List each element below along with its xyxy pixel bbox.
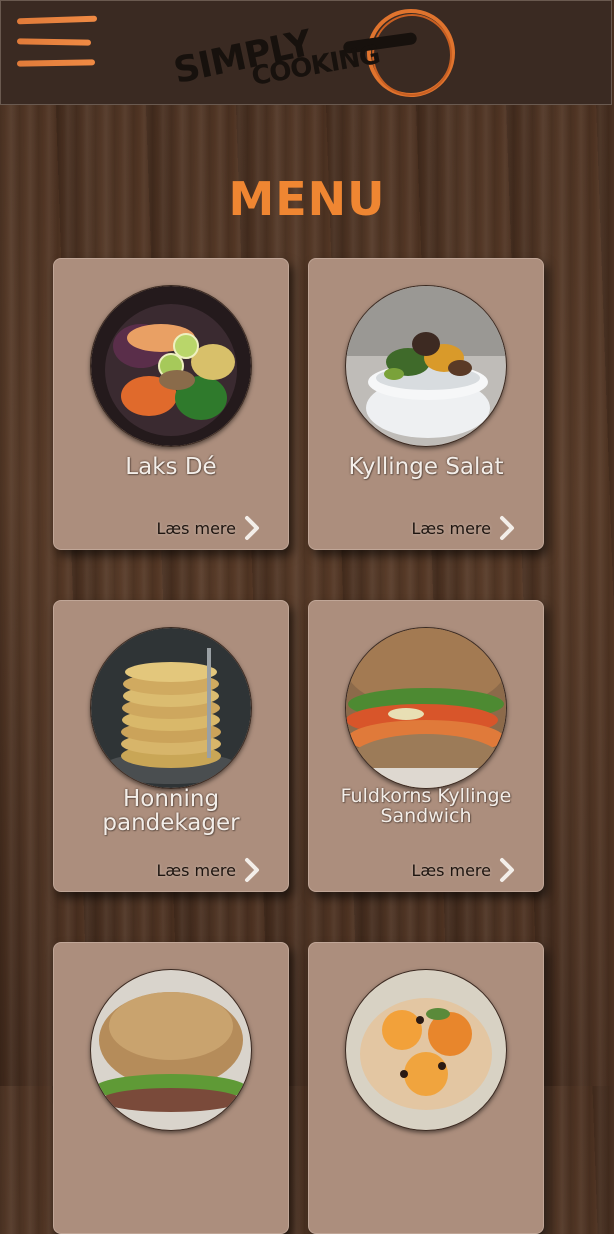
chevron-right-icon: [245, 858, 259, 882]
dish-photo: [90, 627, 252, 789]
menu-bar: [17, 15, 97, 25]
menu-card[interactable]: Laks Dé Læs mere: [53, 258, 289, 550]
dish-name: Honning pandekager: [102, 786, 240, 837]
read-more-label: Læs mere: [411, 860, 491, 880]
read-more-link[interactable]: Læs mere: [156, 857, 262, 883]
menu-card[interactable]: [308, 942, 544, 1234]
chevron-right-icon: [500, 516, 514, 540]
dish-name: Kyllinge Salat: [348, 454, 504, 480]
menu-card[interactable]: [53, 942, 289, 1234]
read-more-label: Læs mere: [411, 518, 491, 538]
menu-bar: [17, 59, 95, 67]
chevron-right-icon: [500, 858, 514, 882]
read-more-link[interactable]: Læs mere: [411, 515, 517, 541]
read-more-label: Læs mere: [156, 860, 236, 880]
dish-photo: [345, 627, 507, 789]
brand-logo[interactable]: SIMPLY COOKING: [170, 3, 463, 103]
read-more-link[interactable]: Læs mere: [156, 515, 262, 541]
dish-photo: [90, 285, 252, 447]
dish-photo: [90, 969, 252, 1131]
menu-card[interactable]: Kyllinge Salat Læs mere: [308, 258, 544, 550]
chevron-right-icon: [245, 516, 259, 540]
page-title: MENU: [228, 172, 386, 226]
dish-photo: [345, 285, 507, 447]
logo-pan-inner: [372, 14, 452, 96]
dish-name: Fuldkorns Kyllinge Sandwich: [340, 785, 512, 827]
hamburger-menu-icon[interactable]: [17, 15, 99, 69]
dish-name: Laks Dé: [125, 454, 217, 480]
menu-bar: [17, 38, 91, 46]
menu-card[interactable]: Honning pandekager Læs mere: [53, 600, 289, 892]
menu-card[interactable]: Fuldkorns Kyllinge Sandwich Læs mere: [308, 600, 544, 892]
read-more-label: Læs mere: [156, 518, 236, 538]
dish-photo: [345, 969, 507, 1131]
read-more-link[interactable]: Læs mere: [411, 857, 517, 883]
app-header: SIMPLY COOKING: [0, 0, 612, 105]
